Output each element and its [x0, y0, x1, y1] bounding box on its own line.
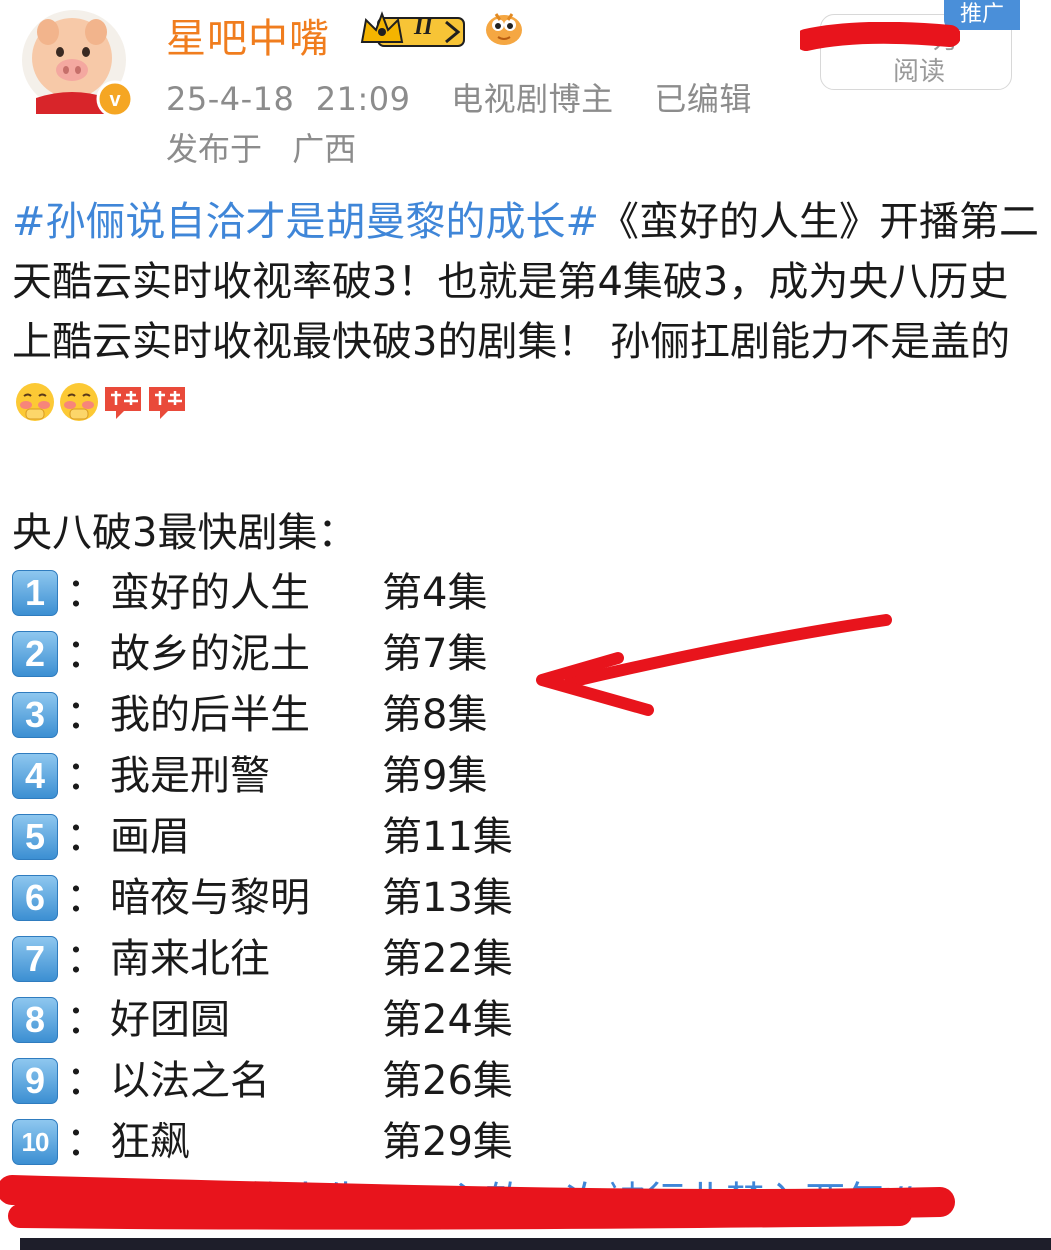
show-name: 我的后半生: [110, 692, 310, 738]
shy-face-icon: [14, 380, 56, 440]
episode-number: 第24集: [382, 997, 513, 1043]
red-arrow-annotation: [536, 614, 892, 716]
level-badge-text: II: [414, 14, 433, 40]
episode-number: 第26集: [382, 1058, 513, 1104]
episode-number: 第22集: [382, 936, 513, 982]
list-title: 央八破3最快剧集：: [12, 510, 358, 556]
list-item: 2 ： 故乡的泥土 第7集: [12, 625, 612, 686]
post-datetime: 25-4-18 21:09: [166, 80, 411, 118]
show-name: 南来北往: [110, 936, 270, 982]
location-name: 广西: [292, 130, 357, 168]
list-item: 6 ： 暗夜与黎明 第13集: [12, 869, 612, 930]
list-item: 3 ： 我的后半生 第8集: [12, 686, 612, 747]
ranking-list: 1 ： 蛮好的人生 第4集 2 ： 故乡的泥土 第7集 3 ： 我的后半生 第8…: [12, 564, 612, 1174]
keycap-number-icon: 9: [12, 1058, 58, 1104]
redaction-scribble-bottom: [0, 1175, 955, 1230]
episode-number: 第8集: [382, 692, 488, 738]
show-name: 以法之名: [110, 1058, 270, 1104]
dong-sticker-icon: [102, 380, 144, 440]
username[interactable]: 星吧中嘴: [166, 6, 330, 64]
episode-number: 第9集: [382, 753, 488, 799]
keycap-number-icon: 10: [12, 1119, 58, 1165]
location-prefix: 发布于: [166, 130, 263, 168]
show-name: 暗夜与黎明: [110, 875, 310, 921]
episode-number: 第29集: [382, 1119, 513, 1165]
show-name: 故乡的泥土: [110, 631, 310, 677]
keycap-number-icon: 5: [12, 814, 58, 860]
show-name: 蛮好的人生: [110, 570, 310, 616]
list-item: 9 ： 以法之名 第26集: [12, 1052, 612, 1113]
redaction-scribble-top: [800, 22, 960, 51]
keycap-number-icon: 7: [12, 936, 58, 982]
episode-number: 第4集: [382, 570, 488, 616]
keycap-number-icon: 4: [12, 753, 58, 799]
keycap-number-icon: 6: [12, 875, 58, 921]
show-name: 画眉: [110, 814, 190, 860]
list-item: 8 ： 好团圆 第24集: [12, 991, 612, 1052]
list-item: 7 ： 南来北往 第22集: [12, 930, 612, 991]
dong-sticker-icon: [146, 380, 188, 440]
bottom-bar: [20, 1238, 1051, 1250]
verified-icon: v: [96, 80, 134, 118]
fish-icon: [486, 13, 522, 45]
keycap-number-icon: 2: [12, 631, 58, 677]
keycap-number-icon: 3: [12, 692, 58, 738]
svg-text:v: v: [109, 89, 121, 111]
edited-label[interactable]: 已编辑: [654, 80, 752, 118]
weibo-post-page: v 星吧中嘴 II 25-4-18 21:09 电视剧博主 已编辑 发布于 广西…: [0, 0, 1051, 1250]
shy-face-icon: [58, 380, 100, 440]
post-meta: 25-4-18 21:09 电视剧博主 已编辑: [166, 74, 782, 120]
fish-badge[interactable]: [482, 8, 526, 48]
keycap-number-icon: 1: [12, 570, 58, 616]
crown-level-badge[interactable]: II: [358, 10, 470, 50]
list-item: 1 ： 蛮好的人生 第4集: [12, 564, 612, 625]
list-item: 4 ： 我是刑警 第9集: [12, 747, 612, 808]
episode-number: 第11集: [382, 814, 513, 860]
post-location: 发布于 广西: [166, 124, 356, 170]
list-item: 10 ： 狂飙 第29集: [12, 1113, 612, 1174]
keycap-number-icon: 8: [12, 997, 58, 1043]
user-avatar[interactable]: v: [12, 2, 140, 118]
show-name: 好团圆: [110, 997, 230, 1043]
episode-number: 第13集: [382, 875, 513, 921]
author-role: 电视剧博主: [451, 80, 614, 118]
episode-number: 第7集: [382, 631, 488, 677]
show-name: 我是刑警: [110, 753, 270, 799]
post-text: #孙俪说自洽才是胡曼黎的成长#《蛮好的人生》开播第二天酷云实时收视率破3！也就是…: [12, 192, 1042, 440]
post-hashtag[interactable]: #孙俪说自洽才是胡曼黎的成长#: [12, 199, 599, 245]
list-item: 5 ： 画眉 第11集: [12, 808, 612, 869]
show-name: 狂飙: [110, 1119, 190, 1165]
